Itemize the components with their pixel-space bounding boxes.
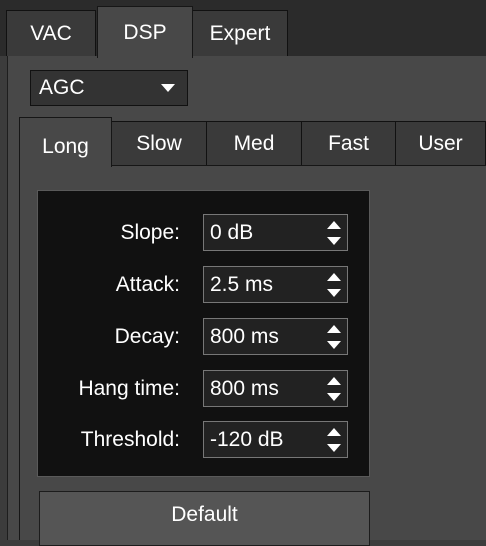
tab-slow-label: Slow [136,131,182,155]
spin-arrows-icon[interactable] [327,325,341,349]
spin-arrows-icon[interactable] [327,428,341,452]
spin-arrows-icon[interactable] [327,273,341,297]
tab-med[interactable]: Med [206,121,302,165]
hang-time-spinbox[interactable]: 800 ms [203,370,348,407]
threshold-value: -120 dB [210,427,284,451]
attack-spinbox[interactable]: 2.5 ms [203,266,348,303]
threshold-label: Threshold: [80,428,180,451]
tab-vac[interactable]: VAC [6,10,96,56]
attack-value: 2.5 ms [210,272,274,296]
default-button[interactable]: Default [39,491,370,546]
default-button-label: Default [171,502,238,526]
tab-expert-label: Expert [209,21,271,45]
mode-select[interactable]: AGC [30,70,188,106]
threshold-spinbox[interactable]: -120 dB [203,421,348,458]
decay-spinbox[interactable]: 800 ms [203,318,348,355]
tab-long-label: Long [42,134,89,158]
hang-time-label: Hang time: [78,377,180,400]
hang-time-value: 800 ms [210,376,279,400]
tab-expert[interactable]: Expert [192,10,288,56]
attack-label: Attack: [115,273,180,296]
spin-arrows-icon[interactable] [327,221,341,245]
tab-long[interactable]: Long [19,117,112,167]
slope-label: Slope: [120,221,180,244]
tab-slow[interactable]: Slow [111,121,207,165]
tab-user-label: User [418,131,463,155]
tab-dsp[interactable]: DSP [97,6,193,58]
tab-dsp-label: DSP [123,20,167,44]
tab-vac-label: VAC [30,21,72,45]
decay-value: 800 ms [210,324,279,348]
mode-select-value: AGC [39,76,85,99]
spin-arrows-icon[interactable] [327,377,341,401]
chevron-down-icon [161,84,175,92]
tab-med-label: Med [233,131,275,155]
slope-value: 0 dB [210,220,254,244]
tab-fast-label: Fast [328,131,369,155]
decay-label: Decay: [114,325,180,348]
tab-fast[interactable]: Fast [301,121,396,165]
slope-spinbox[interactable]: 0 dB [203,214,348,251]
tab-user[interactable]: User [395,121,486,165]
